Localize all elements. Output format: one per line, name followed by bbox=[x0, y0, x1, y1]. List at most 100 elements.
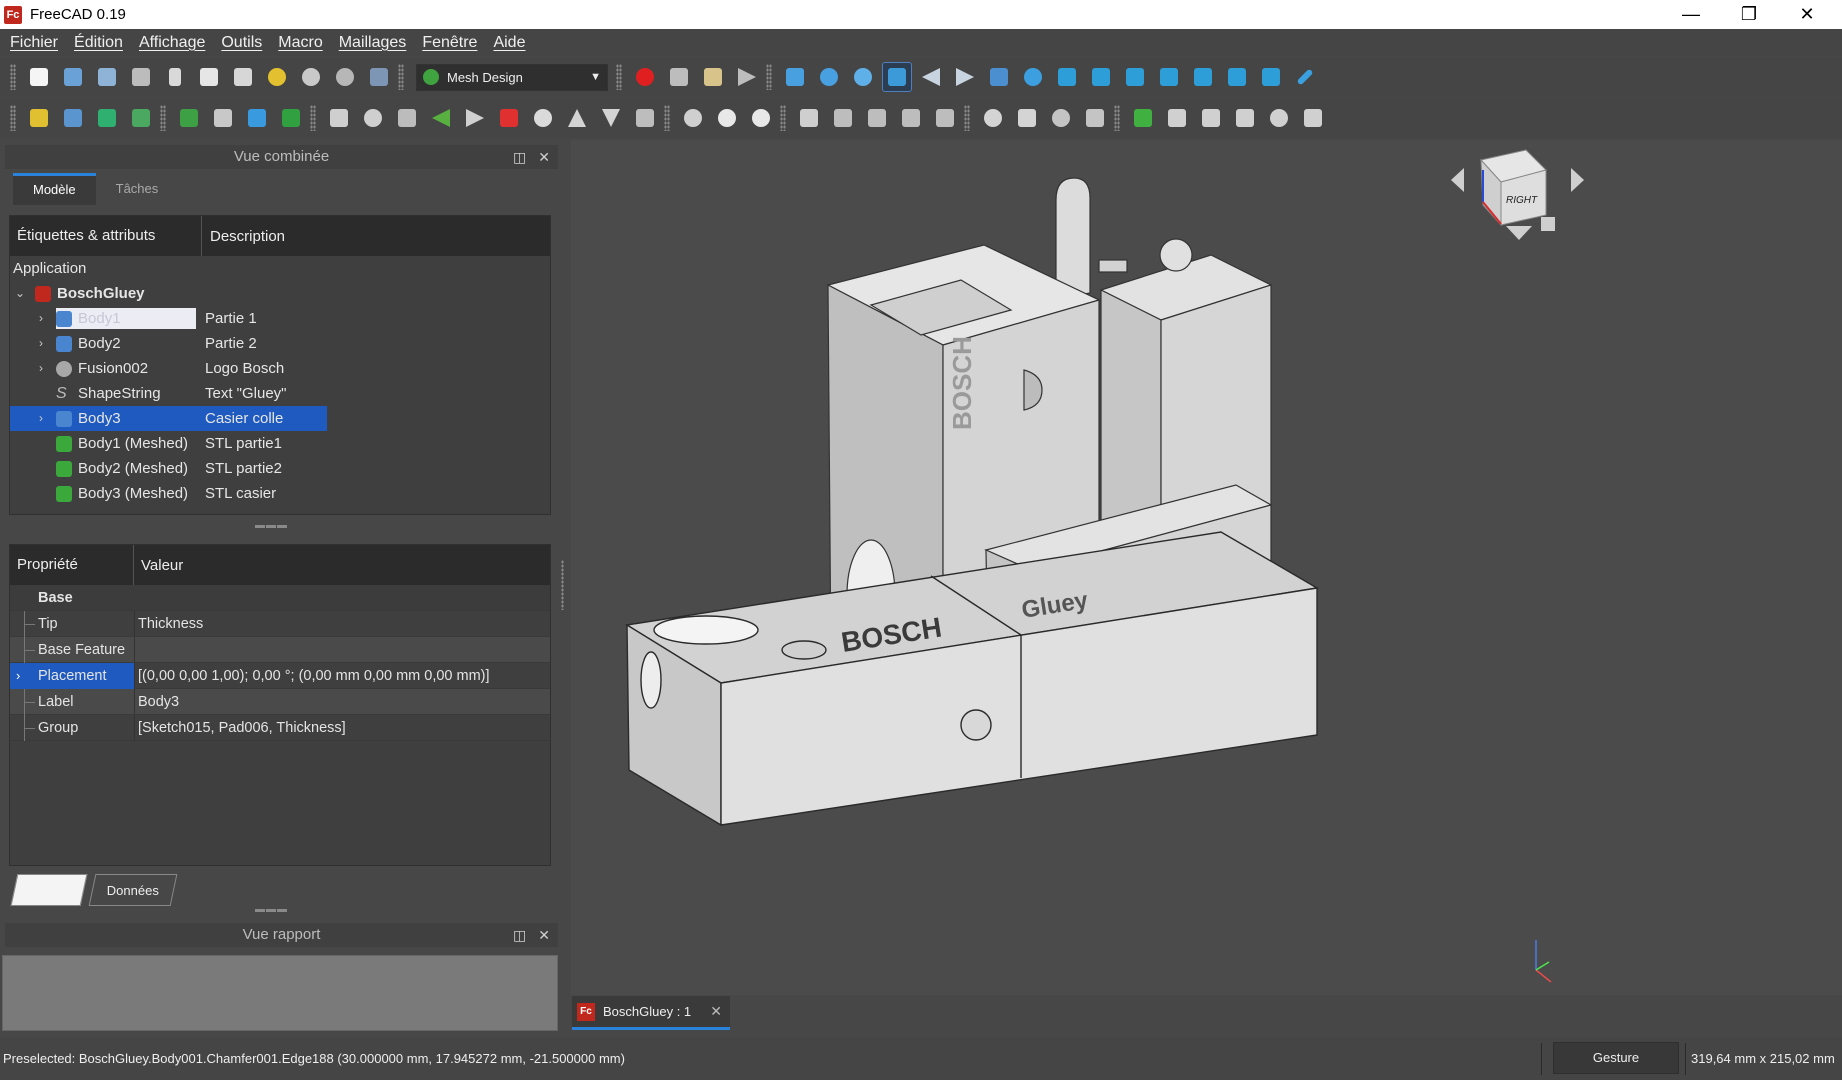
macro-run-icon[interactable] bbox=[732, 62, 762, 92]
panel-resize-handle[interactable] bbox=[561, 560, 564, 610]
polygon-crop-icon[interactable] bbox=[1230, 103, 1260, 133]
open-icon[interactable] bbox=[58, 62, 88, 92]
tree-item[interactable]: › Body2 Partie 2 bbox=[10, 331, 550, 356]
menu-macro[interactable]: Macro bbox=[270, 34, 330, 52]
forward-icon[interactable] bbox=[950, 62, 980, 92]
menu-affichage[interactable]: Affichage bbox=[131, 34, 213, 52]
tree-column-labels[interactable]: Étiquettes & attributs bbox=[10, 216, 202, 256]
toolbar-grip[interactable] bbox=[398, 64, 404, 90]
evaluate-solid-icon[interactable] bbox=[208, 103, 238, 133]
new-document-icon[interactable] bbox=[24, 62, 54, 92]
copy-icon[interactable] bbox=[194, 62, 224, 92]
tree-item[interactable]: › Fusion002 Logo Bosch bbox=[10, 356, 550, 381]
toolbar-grip[interactable] bbox=[664, 105, 670, 131]
property-group-base[interactable]: Base bbox=[10, 585, 550, 611]
vertex-curvature-icon[interactable] bbox=[1128, 103, 1158, 133]
fit-all-icon[interactable] bbox=[780, 62, 810, 92]
chevron-right-icon[interactable]: › bbox=[35, 306, 47, 331]
tree-document[interactable]: ⌄ BoschGluey bbox=[10, 281, 550, 306]
chevron-down-icon[interactable]: ⌄ bbox=[14, 281, 26, 306]
bounding-box-icon[interactable] bbox=[1298, 103, 1328, 133]
tree-item[interactable]: S ShapeString Text "Gluey" bbox=[10, 381, 550, 406]
toolbar-grip[interactable] bbox=[780, 105, 786, 131]
union-icon[interactable] bbox=[678, 103, 708, 133]
toolbar-grip[interactable] bbox=[160, 105, 166, 131]
property-row[interactable]: Label Body3 bbox=[10, 689, 550, 715]
toolbar-grip[interactable] bbox=[10, 64, 16, 90]
view-front-icon[interactable] bbox=[1086, 62, 1116, 92]
paste-icon[interactable] bbox=[228, 62, 258, 92]
check-geometry-icon[interactable] bbox=[242, 103, 272, 133]
menu-fichier[interactable]: Fichier bbox=[2, 34, 66, 52]
view-top-icon[interactable] bbox=[1120, 62, 1150, 92]
property-value[interactable]: Body3 bbox=[138, 689, 179, 715]
tab-modele[interactable]: Modèle bbox=[13, 173, 96, 205]
std-view-icon[interactable] bbox=[1018, 62, 1048, 92]
chevron-right-icon[interactable]: › bbox=[35, 331, 47, 356]
undo-icon[interactable] bbox=[262, 62, 292, 92]
segment-icon[interactable] bbox=[978, 103, 1008, 133]
property-row-selected[interactable]: Placement › [(0,00 0,00 1,00); 0,00 °; (… bbox=[10, 663, 550, 689]
view-rear-icon[interactable] bbox=[1188, 62, 1218, 92]
menu-outils[interactable]: Outils bbox=[213, 34, 270, 52]
harmonize-normals-icon[interactable] bbox=[324, 103, 354, 133]
tab-donnees[interactable]: Données bbox=[88, 874, 178, 906]
3d-viewport[interactable]: BOSCH BOSCH Gluey RIGHT bbox=[571, 118, 1842, 995]
navigation-style-button[interactable]: Gesture bbox=[1553, 1042, 1679, 1074]
selection-filter-icon[interactable] bbox=[882, 62, 912, 92]
float-panel-icon[interactable]: ◫ bbox=[513, 923, 526, 947]
view-right-icon[interactable] bbox=[1154, 62, 1184, 92]
intersection-icon[interactable] bbox=[712, 103, 742, 133]
chevron-right-icon[interactable]: › bbox=[16, 663, 20, 689]
menu-maillages[interactable]: Maillages bbox=[331, 34, 415, 52]
merge-icon[interactable] bbox=[1080, 103, 1110, 133]
tab-taches[interactable]: Tâches bbox=[96, 173, 179, 205]
tree-item[interactable]: Body2 (Meshed) STL partie2 bbox=[10, 456, 550, 481]
link-icon[interactable] bbox=[984, 62, 1014, 92]
view-bottom-icon[interactable] bbox=[1222, 62, 1252, 92]
flip-normals-icon[interactable] bbox=[358, 103, 388, 133]
decimate-icon[interactable] bbox=[562, 103, 592, 133]
chevron-right-icon[interactable]: › bbox=[35, 356, 47, 381]
cut-mesh-icon[interactable] bbox=[794, 103, 824, 133]
menu-fenetre[interactable]: Fenêtre bbox=[414, 34, 485, 52]
report-view-output[interactable] bbox=[2, 955, 558, 1031]
close-panel-icon[interactable]: ✕ bbox=[538, 145, 550, 169]
property-row[interactable]: Base Feature bbox=[10, 637, 550, 663]
splitter-handle[interactable]: ▬▬▬ bbox=[255, 520, 288, 531]
toolbar-grip[interactable] bbox=[964, 105, 970, 131]
redo-icon[interactable] bbox=[296, 62, 326, 92]
export-mesh-icon[interactable] bbox=[58, 103, 88, 133]
remove-components-icon[interactable] bbox=[494, 103, 524, 133]
close-panel-icon[interactable]: ✕ bbox=[538, 923, 550, 947]
macro-edit-icon[interactable] bbox=[698, 62, 728, 92]
tab-vue[interactable]: Vue bbox=[10, 874, 88, 906]
trim-by-plane-icon[interactable] bbox=[862, 103, 892, 133]
fill-holes-icon[interactable] bbox=[392, 103, 422, 133]
view-isometric-icon[interactable] bbox=[1052, 62, 1082, 92]
import-mesh-icon[interactable] bbox=[24, 103, 54, 133]
tree-item[interactable]: › Body1 Partie 1 bbox=[10, 306, 550, 331]
workbench-selector[interactable]: Mesh Design ▼ bbox=[416, 63, 608, 91]
property-row[interactable]: Tip Thickness bbox=[10, 611, 550, 637]
mesh-info-icon[interactable] bbox=[276, 103, 306, 133]
polygon-select-icon[interactable] bbox=[1196, 103, 1226, 133]
segment-by-mesh-icon[interactable] bbox=[1012, 103, 1042, 133]
property-row[interactable]: Group [Sketch015, Pad006, Thickness] bbox=[10, 715, 550, 741]
property-value[interactable]: Thickness bbox=[138, 611, 203, 637]
refresh-icon[interactable] bbox=[330, 62, 360, 92]
splitter-handle[interactable]: ▬▬▬ bbox=[255, 904, 288, 915]
difference-icon[interactable] bbox=[746, 103, 776, 133]
view-left-icon[interactable] bbox=[1256, 62, 1286, 92]
print-icon[interactable] bbox=[126, 62, 156, 92]
curvature-info-icon[interactable] bbox=[1162, 103, 1192, 133]
float-panel-icon[interactable]: ◫ bbox=[513, 145, 526, 169]
property-value[interactable]: [Sketch015, Pad006, Thickness] bbox=[138, 715, 346, 741]
restore-button[interactable]: ❐ bbox=[1720, 0, 1778, 29]
evaluate-icon[interactable] bbox=[174, 103, 204, 133]
property-column-name[interactable]: Propriété bbox=[10, 545, 134, 585]
menu-aide[interactable]: Aide bbox=[485, 34, 533, 52]
split-components-icon[interactable] bbox=[1046, 103, 1076, 133]
cut-icon[interactable] bbox=[160, 62, 190, 92]
fit-selection-icon[interactable] bbox=[814, 62, 844, 92]
